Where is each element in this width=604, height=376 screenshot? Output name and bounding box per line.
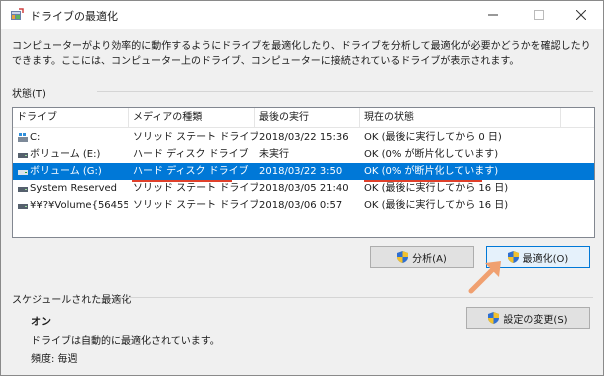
media-type: ソリッド ステート ドライブ [133, 132, 258, 143]
current-status: OK (最後に実行してから 0 日) [364, 132, 502, 143]
drive-icon [18, 201, 28, 210]
analyze-button[interactable]: 分析(A) [370, 246, 474, 268]
schedule-frequency: 頻度: 毎週 [31, 354, 78, 365]
media-type: ソリッド ステート ドライブ [133, 200, 258, 211]
column-header-media-type[interactable]: メディアの種類 [129, 108, 254, 128]
current-status: OK (0% が断片化しています) [364, 166, 499, 177]
status-section-divider [97, 91, 593, 92]
optimize-button-label: 最適化(O) [522, 253, 569, 265]
change-settings-button-label: 設定の変更(S) [503, 314, 568, 326]
current-status: OK (最後に実行してから 16 日) [364, 183, 509, 194]
last-run: 2018/03/22 3:50 [259, 166, 343, 177]
annotation-underline [364, 180, 482, 182]
drive-row[interactable]: ボリューム (E:) ハード ディスク ドライブ 未実行 OK (0% が断片化… [13, 146, 594, 163]
column-divider[interactable] [560, 108, 561, 128]
drive-name: ボリューム (G:) [30, 166, 102, 177]
current-status: OK (最後に実行してから 16 日) [364, 200, 509, 211]
defrag-app-icon [10, 8, 24, 22]
status-section-label: 状態(T) [12, 89, 46, 100]
maximize-icon[interactable] [517, 1, 561, 29]
last-run: 未実行 [259, 149, 289, 160]
windows-drive-icon [18, 133, 28, 142]
optimize-drives-window: ドライブの最適化 コンピューターがより効率的に動作するようにドライブを最適化した… [0, 0, 604, 376]
uac-shield-icon [397, 251, 409, 263]
schedule-state: オン [31, 317, 51, 328]
media-type: ソリッド ステート ドライブ [133, 183, 258, 194]
drive-row[interactable]: ¥¥?¥Volume{56455... ソリッド ステート ドライブ 2018/… [13, 197, 594, 214]
schedule-description: ドライブは自動的に最適化されています。 [31, 336, 220, 347]
drive-icon [18, 150, 28, 159]
drive-icon [18, 184, 28, 193]
column-header-last-run[interactable]: 最後の実行 [255, 108, 359, 128]
drive-name: ボリューム (E:) [30, 149, 101, 160]
uac-shield-icon [488, 312, 500, 324]
minimize-icon[interactable] [471, 1, 515, 29]
change-settings-button[interactable]: 設定の変更(S) [466, 307, 590, 329]
close-icon[interactable] [559, 1, 603, 29]
current-status: OK (0% が断片化しています) [364, 149, 499, 160]
drive-name: System Reserved [30, 183, 118, 194]
drive-row-selected[interactable]: ボリューム (G:) ハード ディスク ドライブ 2018/03/22 3:50… [13, 163, 594, 180]
description-text: コンピューターがより効率的に動作するようにドライブを最適化したり、ドライブを分析… [12, 41, 591, 67]
drive-list[interactable]: ドライブ メディアの種類 最後の実行 現在の状態 C: ソリッド ステート ドラ… [12, 107, 595, 238]
title-bar[interactable]: ドライブの最適化 [1, 1, 603, 29]
schedule-section-label: スケジュールされた最適化 [12, 295, 132, 306]
drive-name: C: [30, 132, 41, 143]
window-title: ドライブの最適化 [30, 10, 118, 23]
media-type: ハード ディスク ドライブ [133, 149, 249, 160]
schedule-section-divider [118, 297, 593, 298]
drive-name: ¥¥?¥Volume{56455... [30, 200, 128, 211]
uac-shield-icon [507, 251, 519, 263]
analyze-button-label: 分析(A) [412, 253, 447, 265]
column-header-current-status[interactable]: 現在の状態 [360, 108, 560, 128]
drive-row[interactable]: C: ソリッド ステート ドライブ 2018/03/22 15:36 OK (最… [13, 129, 594, 146]
drive-row[interactable]: System Reserved ソリッド ステート ドライブ 2018/03/0… [13, 180, 594, 197]
column-header-drive[interactable]: ドライブ [13, 108, 128, 128]
drive-list-header: ドライブ メディアの種類 最後の実行 現在の状態 [13, 108, 594, 128]
last-run: 2018/03/06 0:57 [259, 200, 343, 211]
last-run: 2018/03/05 21:40 [259, 183, 349, 194]
annotation-arrow-icon [468, 261, 501, 294]
media-type: ハード ディスク ドライブ [133, 166, 249, 177]
annotation-underline [132, 180, 232, 182]
last-run: 2018/03/22 15:36 [259, 132, 349, 143]
drive-icon [18, 167, 28, 176]
